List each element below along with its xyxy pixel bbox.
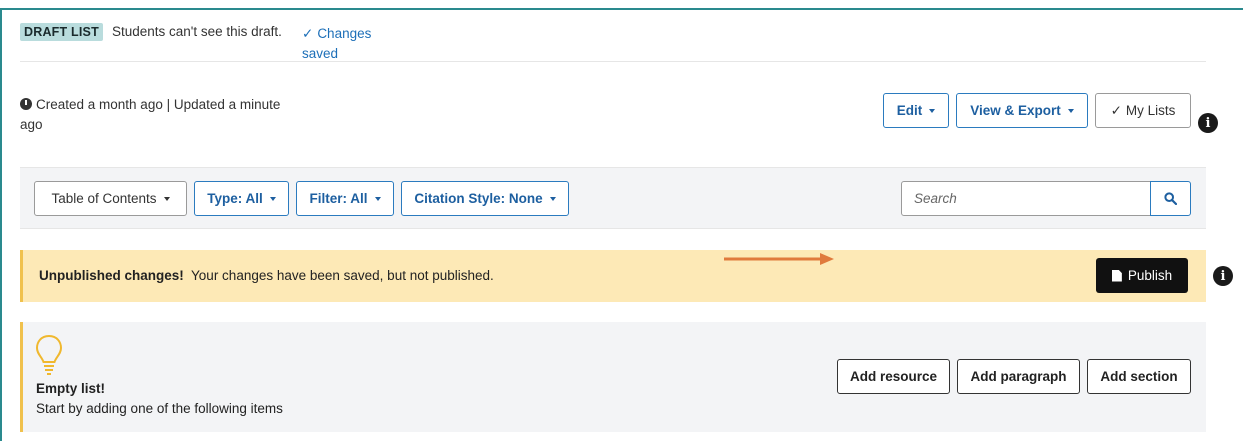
my-lists-label: My Lists [1125,103,1176,118]
my-lists-button[interactable]: ✓ My Lists [1095,93,1191,128]
type-filter-label: Type: All [207,191,263,206]
search-input[interactable]: Search [901,181,1151,216]
type-filter-dropdown[interactable]: Type: All [194,181,289,216]
alert-title: Unpublished changes! [39,268,184,283]
check-icon: ✓ [1110,102,1122,118]
caret-down-icon [163,196,170,201]
unpublished-changes-alert: Unpublished changes! Your changes have b… [20,250,1206,302]
lightbulb-icon [35,334,63,375]
caret-down-icon [1067,108,1074,113]
citation-style-dropdown[interactable]: Citation Style: None [401,181,569,216]
add-section-button[interactable]: Add section [1087,359,1191,394]
caret-down-icon [929,108,936,113]
caret-down-icon [269,196,276,201]
publish-label: Publish [1127,268,1173,283]
edit-label: Edit [896,103,923,118]
filter-dropdown[interactable]: Filter: All [296,181,394,216]
edit-dropdown-button[interactable]: Edit [883,93,949,128]
draft-visibility-text: Students can't see this draft. [112,24,282,39]
table-of-contents-label: Table of Contents [51,191,157,206]
add-resource-button[interactable]: Add resource [837,359,950,394]
empty-list-subtitle: Start by adding one of the following ite… [36,401,283,416]
info-icon[interactable]: i [1198,113,1218,133]
draft-list-badge: DRAFT LIST [20,23,103,41]
created-text-line2: ago [20,117,43,132]
search-button[interactable] [1150,181,1191,216]
check-icon: ✓ [302,26,314,41]
citation-style-label: Citation Style: None [414,191,543,206]
created-text-line1: Created a month ago | Updated a minute [36,97,281,112]
view-export-dropdown-button[interactable]: View & Export [956,93,1088,128]
empty-list-title: Empty list! [36,381,106,396]
changes-saved-status: ✓ Changes saved [302,24,371,64]
table-of-contents-dropdown[interactable]: Table of Contents [34,181,187,216]
alert-message: Your changes have been saved, but not pu… [191,268,494,283]
add-paragraph-button[interactable]: Add paragraph [957,359,1080,394]
publish-button[interactable]: Publish [1096,258,1188,293]
info-icon[interactable]: i [1213,266,1233,286]
saved-text-line2: saved [302,46,339,61]
draft-status-row: DRAFT LIST Students can't see this draft… [20,22,1206,62]
filter-label: Filter: All [309,191,368,206]
view-export-label: View & Export [970,103,1061,118]
caret-down-icon [374,196,381,201]
saved-text-line1: Changes [317,26,372,41]
clock-icon [20,98,32,110]
caret-down-icon [549,196,556,201]
arrow-right-icon [724,253,834,265]
alert-text: Unpublished changes! Your changes have b… [39,268,494,283]
document-icon [1111,269,1122,282]
search-icon [1164,192,1177,205]
created-updated-info: Created a month ago | Updated a minute a… [20,95,320,135]
